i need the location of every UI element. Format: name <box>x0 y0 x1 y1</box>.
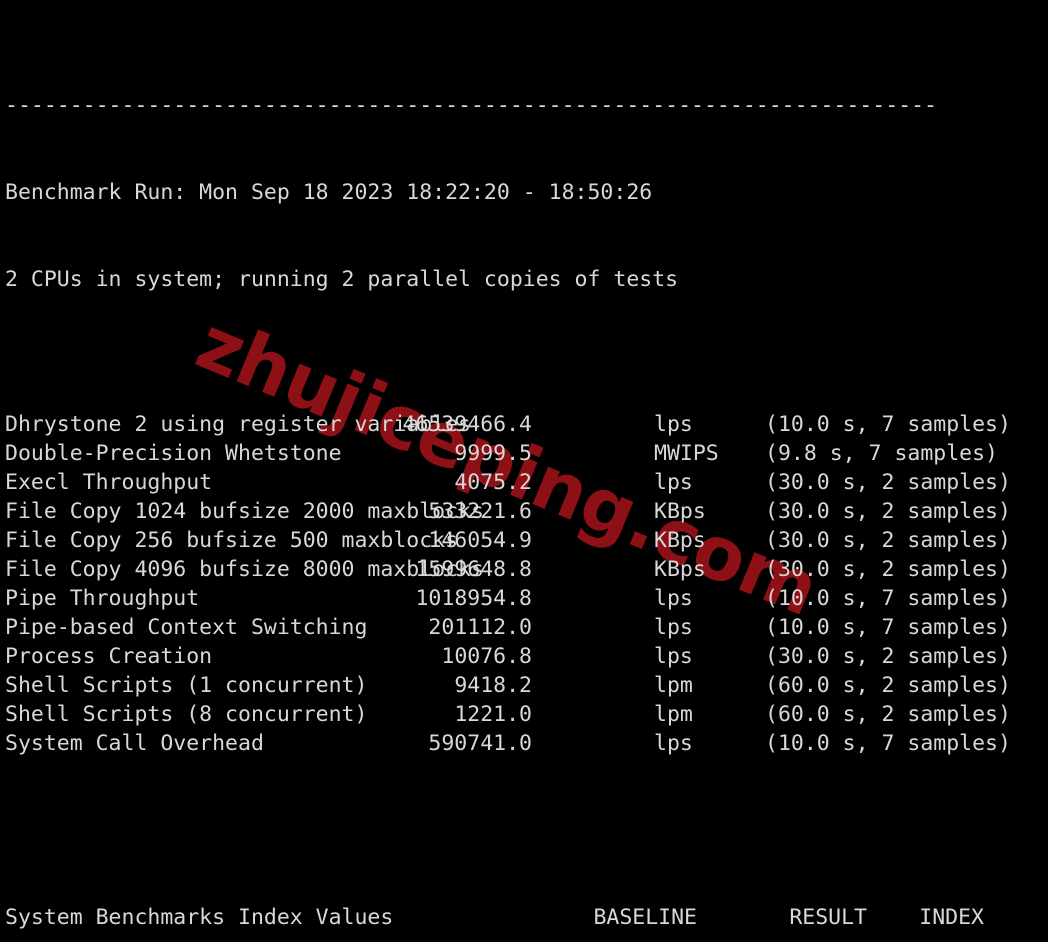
benchmark-detail: (60.0 s, 2 samples) <box>765 702 1011 727</box>
benchmark-value: 590741.0 <box>428 731 532 756</box>
benchmark-detail: (30.0 s, 2 samples) <box>765 499 1011 524</box>
benchmark-value: 1018954.8 <box>415 586 532 611</box>
benchmark-name: System Call Overhead <box>5 731 264 756</box>
benchmark-value: 1221.0 <box>454 702 532 727</box>
terminal-output: ----------------------------------------… <box>0 0 1011 942</box>
benchmark-unit: KBps <box>654 499 706 524</box>
benchmark-unit: lpm <box>654 702 693 727</box>
benchmark-unit: lpm <box>654 673 693 698</box>
benchmark-name: File Copy 1024 bufsize 2000 maxblocks <box>5 499 484 524</box>
benchmark-name: Double-Precision Whetstone <box>5 441 342 466</box>
column-header-index: INDEX <box>919 905 984 930</box>
benchmark-value: 10076.8 <box>441 644 532 669</box>
results-block: Dhrystone 2 using register variables 4653… <box>5 410 1011 758</box>
benchmark-value: 146054.9 <box>428 528 532 553</box>
benchmark-result-row: File Copy 4096 bufsize 8000 maxblocks 159… <box>5 555 1011 584</box>
index-table-title: System Benchmarks Index Values <box>5 905 394 930</box>
benchmark-value: 9999.5 <box>454 441 532 466</box>
benchmark-value: 4075.2 <box>454 470 532 495</box>
benchmark-unit: lps <box>654 470 693 495</box>
horizontal-rule: ----------------------------------------… <box>5 93 937 118</box>
benchmark-name: Pipe Throughput <box>5 586 200 611</box>
terminal-window[interactable]: zhujiceping.com ------------------------… <box>0 0 1048 942</box>
benchmark-detail: (10.0 s, 7 samples) <box>765 731 1011 756</box>
index-table-header-row: System Benchmarks Index Values BASELINE … <box>5 903 984 932</box>
benchmark-detail: (30.0 s, 2 samples) <box>765 557 1011 582</box>
benchmark-value: 46539466.4 <box>402 412 532 437</box>
benchmark-unit: lps <box>654 644 693 669</box>
benchmark-name: Shell Scripts (8 concurrent) <box>5 702 368 727</box>
benchmark-value: 1599648.8 <box>415 557 532 582</box>
benchmark-name: Execl Throughput <box>5 470 213 495</box>
benchmark-detail: (9.8 s, 7 samples) <box>765 441 998 466</box>
benchmark-run-line: Benchmark Run: Mon Sep 18 2023 18:22:20 … <box>5 180 653 205</box>
benchmark-name: Pipe-based Context Switching <box>5 615 368 640</box>
benchmark-detail: (30.0 s, 2 samples) <box>765 644 1011 669</box>
benchmark-detail: (60.0 s, 2 samples) <box>765 673 1011 698</box>
benchmark-unit: lps <box>654 615 693 640</box>
benchmark-detail: (10.0 s, 7 samples) <box>765 412 1011 437</box>
benchmark-value: 9418.2 <box>454 673 532 698</box>
benchmark-result-row: Execl Throughput 4075.2 lps (30.0 s, 2 samp… <box>5 468 1011 497</box>
benchmark-name: Shell Scripts (1 concurrent) <box>5 673 368 698</box>
benchmark-result-row: Shell Scripts (1 concurrent) 9418.2 lpm (60… <box>5 671 1011 700</box>
benchmark-result-row: File Copy 1024 bufsize 2000 maxblocks 533… <box>5 497 1011 526</box>
benchmark-unit: lps <box>654 412 693 437</box>
cpu-count-line: 2 CPUs in system; running 2 parallel cop… <box>5 267 679 292</box>
benchmark-name: File Copy 4096 bufsize 8000 maxblocks <box>5 557 484 582</box>
benchmark-detail: (30.0 s, 2 samples) <box>765 528 1011 553</box>
benchmark-name: Dhrystone 2 using register variables <box>5 412 471 437</box>
benchmark-result-row: System Call Overhead 590741.0 lps (10.0 s, … <box>5 729 1011 758</box>
benchmark-result-row: Pipe Throughput 1018954.8 lps (10.0 s, 7 sa… <box>5 584 1011 613</box>
benchmark-detail: (10.0 s, 7 samples) <box>765 615 1011 640</box>
benchmark-unit: MWIPS <box>654 441 719 466</box>
benchmark-result-row: File Copy 256 bufsize 500 maxblocks 14605… <box>5 526 1011 555</box>
benchmark-unit: KBps <box>654 557 706 582</box>
benchmark-unit: lps <box>654 731 693 756</box>
benchmark-result-row: Dhrystone 2 using register variables 4653… <box>5 410 1011 439</box>
benchmark-result-row: Shell Scripts (8 concurrent) 1221.0 lpm (60… <box>5 700 1011 729</box>
benchmark-detail: (30.0 s, 2 samples) <box>765 470 1011 495</box>
benchmark-result-row: Pipe-based Context Switching 201112.0 lps (… <box>5 613 1011 642</box>
benchmark-name: Process Creation <box>5 644 213 669</box>
benchmark-name: File Copy 256 bufsize 500 maxblocks <box>5 528 459 553</box>
benchmark-unit: KBps <box>654 528 706 553</box>
benchmark-result-row: Double-Precision Whetstone 9999.5 MWIPS (9.… <box>5 439 998 468</box>
benchmark-value: 533221.6 <box>428 499 532 524</box>
benchmark-detail: (10.0 s, 7 samples) <box>765 586 1011 611</box>
benchmark-result-row: Process Creation 10076.8 lps (30.0 s, 2 sam… <box>5 642 1011 671</box>
benchmark-value: 201112.0 <box>428 615 532 640</box>
benchmark-unit: lps <box>654 586 693 611</box>
